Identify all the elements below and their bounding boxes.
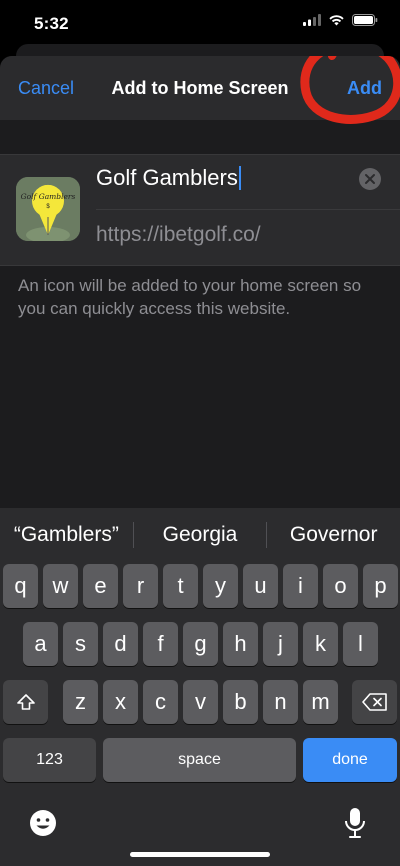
key-c[interactable]: c bbox=[143, 680, 178, 724]
key-f[interactable]: f bbox=[143, 622, 178, 666]
key-t[interactable]: t bbox=[163, 564, 198, 608]
shortcut-name-value: Golf Gamblers bbox=[96, 165, 238, 190]
key-w[interactable]: w bbox=[43, 564, 78, 608]
status-time: 5:32 bbox=[34, 14, 69, 33]
app-icon: Golf Gamblers $ bbox=[16, 177, 80, 241]
status-bar: 5:32 bbox=[0, 0, 400, 46]
shift-icon bbox=[16, 694, 35, 710]
key-o[interactable]: o bbox=[323, 564, 358, 608]
add-button[interactable]: Add bbox=[347, 78, 382, 99]
battery-icon bbox=[352, 14, 378, 26]
key-b[interactable]: b bbox=[223, 680, 258, 724]
key-x[interactable]: x bbox=[103, 680, 138, 724]
clear-text-icon[interactable] bbox=[358, 167, 382, 191]
home-indicator bbox=[130, 852, 270, 857]
shortcut-url: https://ibetgolf.co/ bbox=[96, 223, 261, 246]
shift-key[interactable] bbox=[3, 680, 48, 724]
app-icon-label: Golf Gamblers bbox=[20, 192, 76, 201]
key-a[interactable]: a bbox=[23, 622, 58, 666]
suggestion-3[interactable]: Governor bbox=[267, 523, 400, 547]
key-z[interactable]: z bbox=[63, 680, 98, 724]
key-l[interactable]: l bbox=[343, 622, 378, 666]
key-m[interactable]: m bbox=[303, 680, 338, 724]
navigation-bar: Cancel Add to Home Screen Add bbox=[0, 56, 400, 120]
field-divider bbox=[96, 209, 400, 210]
shortcut-name-field[interactable]: Golf Gamblers bbox=[96, 165, 241, 191]
microphone-icon[interactable] bbox=[344, 806, 366, 840]
description-text: An icon will be added to your home scree… bbox=[18, 276, 362, 318]
signal-icon bbox=[303, 14, 321, 26]
status-icons bbox=[303, 14, 378, 26]
key-k[interactable]: k bbox=[303, 622, 338, 666]
key-v[interactable]: v bbox=[183, 680, 218, 724]
key-h[interactable]: h bbox=[223, 622, 258, 666]
suggestion-bar: “Gamblers” Georgia Governor bbox=[0, 508, 400, 562]
suggestion-1[interactable]: “Gamblers” bbox=[0, 523, 133, 547]
key-e[interactable]: e bbox=[83, 564, 118, 608]
done-key[interactable]: done bbox=[303, 738, 397, 782]
backspace-key[interactable] bbox=[352, 680, 397, 724]
wifi-icon bbox=[329, 15, 344, 26]
backspace-icon bbox=[361, 693, 387, 711]
numbers-key[interactable]: 123 bbox=[3, 738, 96, 782]
key-y[interactable]: y bbox=[203, 564, 238, 608]
key-i[interactable]: i bbox=[283, 564, 318, 608]
key-p[interactable]: p bbox=[363, 564, 398, 608]
suggestion-2[interactable]: Georgia bbox=[134, 523, 267, 547]
space-key[interactable]: space bbox=[103, 738, 296, 782]
key-n[interactable]: n bbox=[263, 680, 298, 724]
key-r[interactable]: r bbox=[123, 564, 158, 608]
app-icon-sublabel: $ bbox=[46, 204, 50, 210]
emoji-icon[interactable] bbox=[28, 808, 58, 838]
key-q[interactable]: q bbox=[3, 564, 38, 608]
key-g[interactable]: g bbox=[183, 622, 218, 666]
key-j[interactable]: j bbox=[263, 622, 298, 666]
shortcut-card: Golf Gamblers $ Golf Gamblers https://ib… bbox=[0, 154, 400, 266]
page-title: Add to Home Screen bbox=[111, 78, 289, 98]
keyboard: “Gamblers” Georgia Governor q w e r t y … bbox=[0, 508, 400, 866]
text-caret bbox=[238, 166, 241, 190]
key-d[interactable]: d bbox=[103, 622, 138, 666]
key-s[interactable]: s bbox=[63, 622, 98, 666]
key-u[interactable]: u bbox=[243, 564, 278, 608]
